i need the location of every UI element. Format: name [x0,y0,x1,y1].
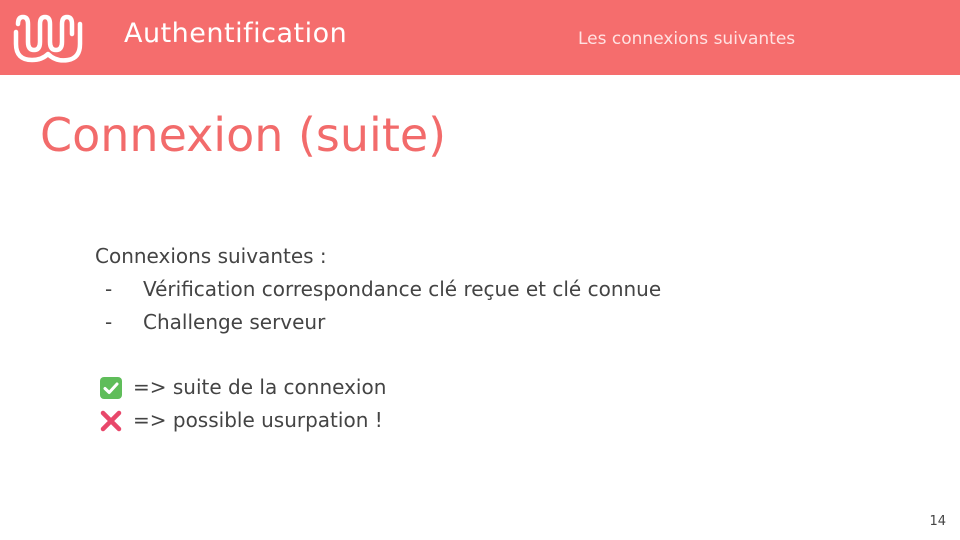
outcome-success: => suite de la connexion [95,371,895,404]
bullet-text: Challenge serveur [143,310,326,334]
outcome-failure: => possible usurpation ! [95,404,895,437]
bullet-item: - Vérification correspondance clé reçue … [95,273,895,306]
slide-body: Connexions suivantes : - Vérification co… [95,240,895,437]
bullet-text: Vérification correspondance clé reçue et… [143,277,662,301]
slide: Authentification Les connexions suivante… [0,0,960,540]
header-bar: Authentification Les connexions suivante… [0,0,960,75]
outcome-text: => suite de la connexion [133,375,387,399]
page-number: 14 [929,514,946,529]
wave-logo-icon [13,14,83,63]
section-subtitle: Les connexions suivantes [578,29,796,49]
intro-text: Connexions suivantes : [95,244,327,268]
check-mark-icon [100,376,122,399]
cross-mark-icon [100,410,122,431]
bullet-item: - Challenge serveur [95,306,895,339]
outcome-text: => possible usurpation ! [133,408,383,432]
slide-title: Connexion (suite) [40,108,447,162]
bullet-marker: - [105,310,113,334]
bullet-marker: - [105,277,113,301]
section-title: Authentification [124,18,348,49]
